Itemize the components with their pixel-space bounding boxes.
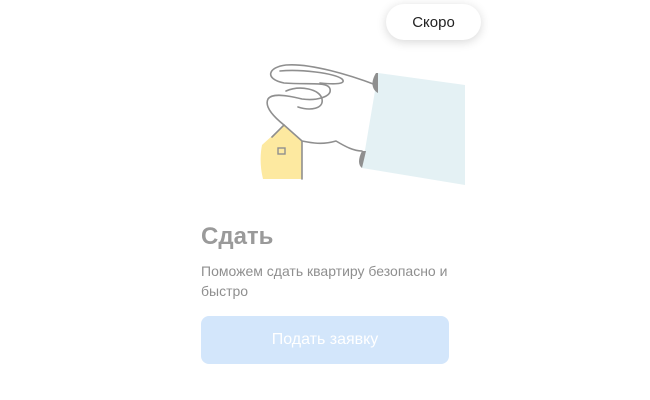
soon-badge: Скоро [386,4,481,40]
submit-application-button[interactable]: Подать заявку [201,316,449,364]
hand-holding-house-icon [250,55,480,195]
section-subtitle: Поможем сдать квартиру безопасно и быстр… [201,263,448,299]
soon-badge-label: Скоро [412,13,455,31]
rent-out-card: Скоро Сдать Поможем сдать квартиру безоп… [0,0,650,400]
section-title: Сдать [201,223,274,250]
